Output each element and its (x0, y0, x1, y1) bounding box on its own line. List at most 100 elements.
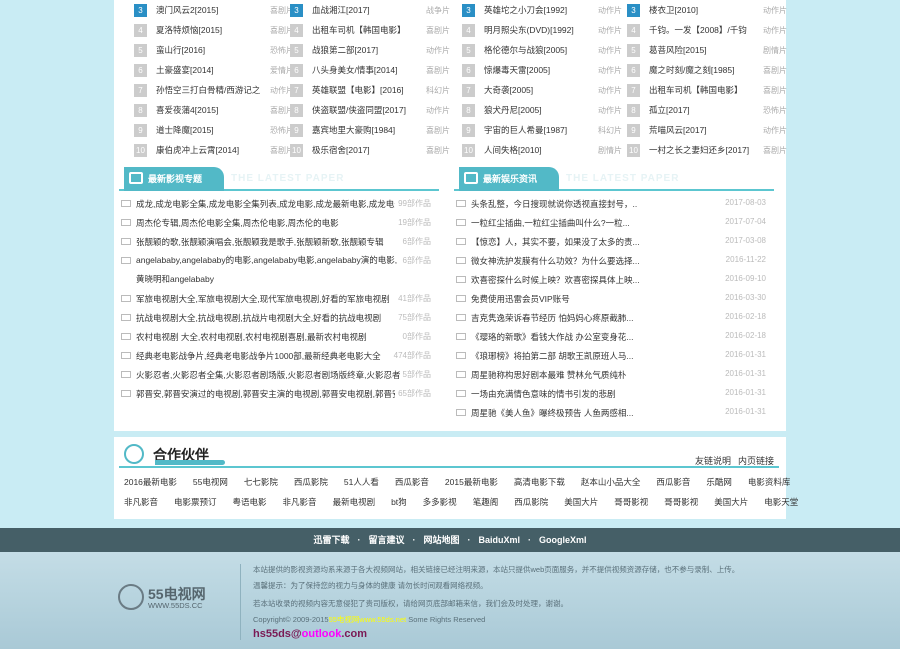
rank-row[interactable]: 10 人间失格[2010] 剧情片 (462, 140, 622, 160)
rank-row[interactable]: 5 格伦德尔与战狼[2005] 动作片 (462, 40, 622, 60)
list-item[interactable]: 《璎珞的新歌》看钱大作战 办公室变身花... 2016-02-18 (456, 327, 766, 346)
partner-link[interactable]: 电影票预订 (174, 496, 217, 508)
partner-link[interactable]: 多多影视 (423, 496, 457, 508)
partner-link[interactable]: 非凡影音 (283, 496, 317, 508)
partner-link[interactable]: 电影天堂 (764, 496, 798, 508)
news-title[interactable]: 免费使用迅雷会员VIP账号 (471, 293, 722, 305)
list-item[interactable]: 一场由充满情色意味的情书引发的悲剧 2016-01-31 (456, 384, 766, 403)
topic-title[interactable]: 抗战电视剧大全,抗战电视剧,抗战片电视剧大全,好看的抗战电视剧 (136, 312, 395, 324)
list-item[interactable]: 农村电视剧 大全,农村电视剧,农村电视剧喜剧,最新农村电视剧 0部作品 (121, 327, 431, 346)
rank-title[interactable]: 千钧。一发【2008】/千钧 (649, 24, 759, 36)
rank-row[interactable]: 5 战狼第二部[2017] 动作片 (290, 40, 450, 60)
partner-link[interactable]: 最新电视剧 (333, 496, 376, 508)
partner-link[interactable]: 高清电影下载 (514, 476, 565, 488)
partner-link[interactable]: 美国大片 (714, 496, 748, 508)
partner-link[interactable]: bt狗 (391, 496, 407, 508)
rank-title[interactable]: 土豪盛宴[2014] (156, 64, 266, 76)
rank-title[interactable]: 英雄联盟【电影】[2016] (312, 84, 422, 96)
rank-row[interactable]: 4 明月照尖东(DVD)[1992] 动作片 (462, 20, 622, 40)
rank-row[interactable]: 8 狼犬丹尼[2005] 动作片 (462, 100, 622, 120)
rank-row[interactable]: 8 喜爱夜蒲4[2015] 喜剧片 (134, 100, 294, 120)
rank-row[interactable]: 3 楼衣卫[2010] 动作片 (627, 0, 787, 20)
list-item[interactable]: angelababy,angelababy的电影,angelababy电影,an… (121, 251, 431, 289)
partner-link[interactable]: 51人人看 (344, 476, 379, 488)
rank-row[interactable]: 6 魔之时刻/魔之刻[1985] 喜剧片 (627, 60, 787, 80)
news-title[interactable]: 周星驰称构思好剧本最难 赞林允气质纯朴 (471, 369, 722, 381)
nav-link[interactable]: 留言建议 (368, 535, 404, 545)
rank-row[interactable]: 10 极乐宿舍[2017] 喜剧片 (290, 140, 450, 160)
news-title[interactable]: 微女神洗护发膜有什么功效？为什么要选择... (471, 255, 723, 267)
rank-row[interactable]: 5 蛮山行[2016] 恐怖片 (134, 40, 294, 60)
list-item[interactable]: 微女神洗护发膜有什么功效？为什么要选择... 2016-11-22 (456, 251, 766, 270)
rank-row[interactable]: 7 出租车司机【韩国电影】 喜剧片 (627, 80, 787, 100)
partner-link[interactable]: 美国大片 (564, 496, 598, 508)
partner-link[interactable]: 粤语电影 (233, 496, 267, 508)
rank-row[interactable]: 3 血战湘江[2017] 战争片 (290, 0, 450, 20)
partner-link[interactable]: 2015最新电影 (445, 476, 498, 488)
rank-row[interactable]: 5 葛菩风险[2015] 剧情片 (627, 40, 787, 60)
link-policy[interactable]: 友链说明 (695, 454, 731, 467)
rank-row[interactable]: 3 澳门风云2[2015] 喜剧片 (134, 0, 294, 20)
list-item[interactable]: 周星驰称构思好剧本最难 赞林允气质纯朴 2016-01-31 (456, 365, 766, 384)
list-item[interactable]: 郭晋安,郭晋安演过的电视剧,郭晋安主演的电视剧,郭晋安电视剧,郭晋安电视剧65部… (121, 384, 431, 403)
rank-row[interactable]: 4 夏洛特烦恼[2015] 喜剧片 (134, 20, 294, 40)
list-item[interactable]: 成龙,成龙电影全集,成龙电影全集列表,成龙电影,成龙最新电影,成龙电影大全 99部… (121, 194, 431, 213)
nav-link[interactable]: BaiduXml (479, 535, 521, 545)
rank-title[interactable]: 狼犬丹尼[2005] (484, 104, 594, 116)
rank-row[interactable]: 9 宇宙的巨人希曼[1987] 科幻片 (462, 120, 622, 140)
rank-title[interactable]: 侠盗联盟/侠盗同盟[2017] (312, 104, 422, 116)
topic-title[interactable]: 军旅电视剧大全,军旅电视剧大全,现代军旅电视剧,好看的军旅电视剧 (136, 293, 395, 305)
list-item[interactable]: 吉克隽逸荣诉春节经历 怕妈妈心疼原截肺... 2016-02-18 (456, 308, 766, 327)
partner-link[interactable]: 西瓜影院 (294, 476, 328, 488)
rank-row[interactable]: 9 嘉宾地里大豪购[1984] 喜剧片 (290, 120, 450, 140)
rank-title[interactable]: 英雄坨之小刀会[1992] (484, 4, 594, 16)
rank-row[interactable]: 6 八头身美女/情事[2014] 喜剧片 (290, 60, 450, 80)
partner-link[interactable]: 2016最新电影 (124, 476, 177, 488)
rank-title[interactable]: 葛菩风险[2015] (649, 44, 759, 56)
rank-title[interactable]: 孤立[2017] (649, 104, 759, 116)
topic-title[interactable]: 农村电视剧 大全,农村电视剧,农村电视剧喜剧,最新农村电视剧 (136, 331, 400, 343)
rank-title[interactable]: 战狼第二部[2017] (312, 44, 422, 56)
partner-link[interactable]: 西瓜影音 (395, 476, 429, 488)
rank-title[interactable]: 八头身美女/情事[2014] (312, 64, 422, 76)
partner-link[interactable]: 赵本山小品大全 (581, 476, 641, 488)
topic-title[interactable]: 成龙,成龙电影全集,成龙电影全集列表,成龙电影,成龙最新电影,成龙电影大全 (136, 198, 395, 210)
partner-link[interactable]: 西瓜影音 (656, 476, 690, 488)
rank-title[interactable]: 血战湘江[2017] (312, 4, 422, 16)
topic-title[interactable]: 经典老电影战争片,经典老电影战争片1000部,最新经典老电影大全 (136, 350, 391, 362)
nav-link[interactable]: 迅雷下载 (313, 535, 349, 545)
topic-title[interactable]: 郭晋安,郭晋安演过的电视剧,郭晋安主演的电视剧,郭晋安电视剧,郭晋安电视剧 (136, 388, 395, 400)
news-title[interactable]: 《琅琊榜》将拍第二部 胡歌王凯原班人马... (471, 350, 722, 362)
partner-link[interactable]: 哥哥影视 (614, 496, 648, 508)
news-title[interactable]: 一场由充满情色意味的情书引发的悲剧 (471, 388, 722, 400)
rank-row[interactable]: 3 英雄坨之小刀会[1992] 动作片 (462, 0, 622, 20)
rank-title[interactable]: 澳门风云2[2015] (156, 4, 266, 16)
rank-title[interactable]: 蛮山行[2016] (156, 44, 266, 56)
list-item[interactable]: 火影忍者,火影忍者全集,火影忍者剧场版,火影忍者剧场版终章,火影忍者下载 5部作品 (121, 365, 431, 384)
rank-row[interactable]: 4 出租车司机【韩国电影】 喜剧片 (290, 20, 450, 40)
list-item[interactable]: 周杰伦专辑,周杰伦电影全集,周杰伦电影,周杰伦的电影 19部作品 (121, 213, 431, 232)
inner-links[interactable]: 内页链接 (738, 454, 774, 467)
topic-title[interactable]: angelababy,angelababy的电影,angelababy电影,an… (136, 251, 400, 289)
rank-title[interactable]: 道士降魔[2015] (156, 124, 266, 136)
news-title[interactable]: 吉克隽逸荣诉春节经历 怕妈妈心疼原截肺... (471, 312, 722, 324)
rank-title[interactable]: 一村之长之妻妇还乡[2017] (649, 144, 759, 156)
rank-title[interactable]: 喜爱夜蒲4[2015] (156, 104, 266, 116)
rank-row[interactable]: 8 侠盗联盟/侠盗同盟[2017] 动作片 (290, 100, 450, 120)
rank-title[interactable]: 楼衣卫[2010] (649, 4, 759, 16)
rank-row[interactable]: 4 千钧。一发【2008】/千钧 动作片 (627, 20, 787, 40)
rank-title[interactable]: 格伦德尔与战狼[2005] (484, 44, 594, 56)
contact-email[interactable]: hs55ds@outlook.com (253, 628, 367, 640)
news-title[interactable]: 一粒红尘插曲,一粒红尘插曲叫什么?一粒... (471, 217, 722, 229)
list-item[interactable]: 张靓颖的歌,张靓颖演唱会,张靓颖我是歌手,张靓颖新歌,张靓颖专辑 6部作品 (121, 232, 431, 251)
nav-link[interactable]: 网站地图 (423, 535, 459, 545)
rank-title[interactable]: 惊爆毒天雷[2005] (484, 64, 594, 76)
news-title[interactable]: 《璎珞的新歌》看钱大作战 办公室变身花... (471, 331, 722, 343)
copyright-site[interactable]: 55电视网www.55ds.net (329, 615, 407, 624)
rank-row[interactable]: 10 康伯虎冲上云霄[2014] 喜剧片 (134, 140, 294, 160)
rank-title[interactable]: 嘉宾地里大豪购[1984] (312, 124, 422, 136)
topic-title[interactable]: 火影忍者,火影忍者全集,火影忍者剧场版,火影忍者剧场版终章,火影忍者下载 (136, 369, 400, 381)
list-item[interactable]: 经典老电影战争片,经典老电影战争片1000部,最新经典老电影大全 474部作品 (121, 346, 431, 365)
rank-title[interactable]: 魔之时刻/魔之刻[1985] (649, 64, 759, 76)
rank-title[interactable]: 极乐宿舍[2017] (312, 144, 422, 156)
